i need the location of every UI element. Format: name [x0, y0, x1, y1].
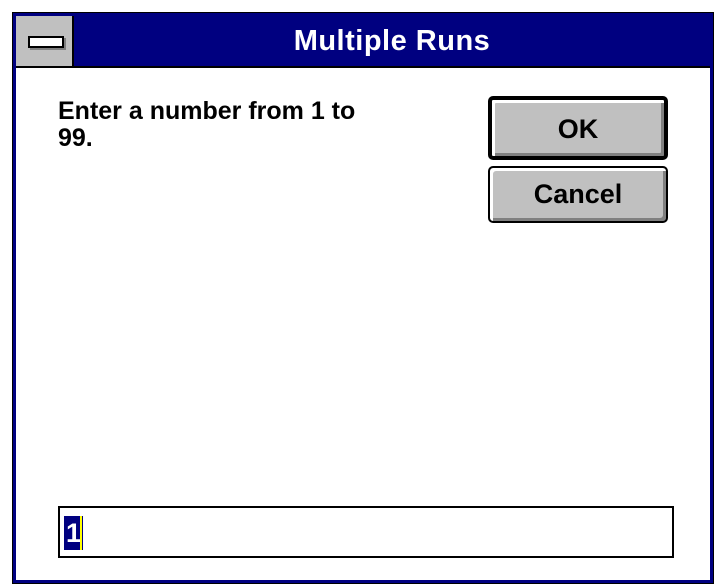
prompt-text: Enter a number from 1 to 99.	[58, 97, 356, 152]
system-menu-button[interactable]	[16, 16, 74, 66]
cancel-button[interactable]: Cancel	[488, 166, 668, 223]
ok-button[interactable]: OK	[488, 96, 668, 160]
window-title: Multiple Runs	[293, 25, 491, 57]
text-caret	[80, 516, 82, 550]
number-input[interactable]: 1	[58, 506, 674, 558]
multiple-runs-dialog: Multiple Runs Enter a number from 1 to 9…	[12, 12, 714, 584]
title-bar[interactable]: Multiple Runs	[16, 16, 710, 68]
system-menu-dash-icon	[28, 36, 64, 48]
